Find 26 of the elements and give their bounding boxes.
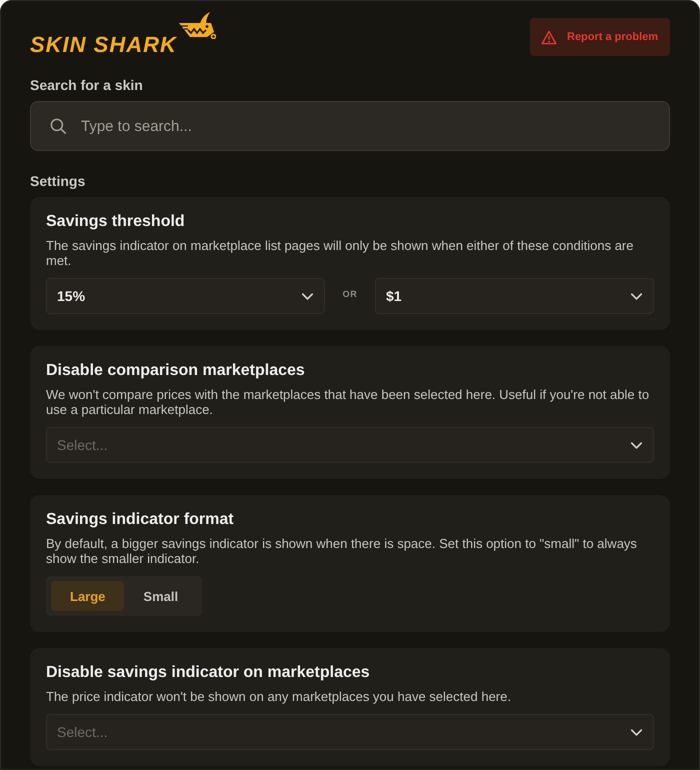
search-field[interactable]: Type to search... xyxy=(30,101,670,151)
select-field[interactable]: Select... xyxy=(46,714,654,750)
chevron-down-icon xyxy=(631,728,642,736)
warning-icon xyxy=(541,30,557,44)
report-button[interactable]: Report a problem xyxy=(530,18,670,56)
card-description: The savings indicator on marketplace list pages will only be shown when either of these conditions are met. xyxy=(46,238,634,268)
select-field[interactable]: $1 xyxy=(375,278,654,314)
card-title: Savings threshold xyxy=(46,212,185,232)
card-description: By default, a bigger savings indicator is shown when there is space. Set this option to "small" to always show the smaller indicator. xyxy=(46,536,638,566)
select-field[interactable]: 15% xyxy=(46,278,325,314)
logo-text: SKIN SHARK xyxy=(30,34,177,56)
separator-label: OR xyxy=(342,288,358,298)
card-title: Savings indicator format xyxy=(46,510,234,530)
chevron-down-icon xyxy=(631,442,642,448)
segment-button[interactable]: Large xyxy=(51,581,124,611)
card-description: The price indicator won't be shown on any marketplaces you have selected here. xyxy=(46,689,512,704)
card-description: We won't compare prices with the marketplaces that have been selected here. Useful if you're not able to use a particular marketplace. xyxy=(46,387,650,417)
search-label: Search for a skin xyxy=(30,77,143,93)
card-title: Disable comparison marketplaces xyxy=(46,361,305,381)
chevron-down-icon xyxy=(302,292,313,300)
segment-button[interactable]: Small xyxy=(124,581,198,611)
chevron-down-icon xyxy=(631,292,642,300)
section-heading: Settings xyxy=(30,173,86,189)
card-title: Disable savings indicator on marketplaces xyxy=(46,663,370,683)
search-icon xyxy=(50,118,66,134)
select-field[interactable]: Select... xyxy=(46,427,654,463)
